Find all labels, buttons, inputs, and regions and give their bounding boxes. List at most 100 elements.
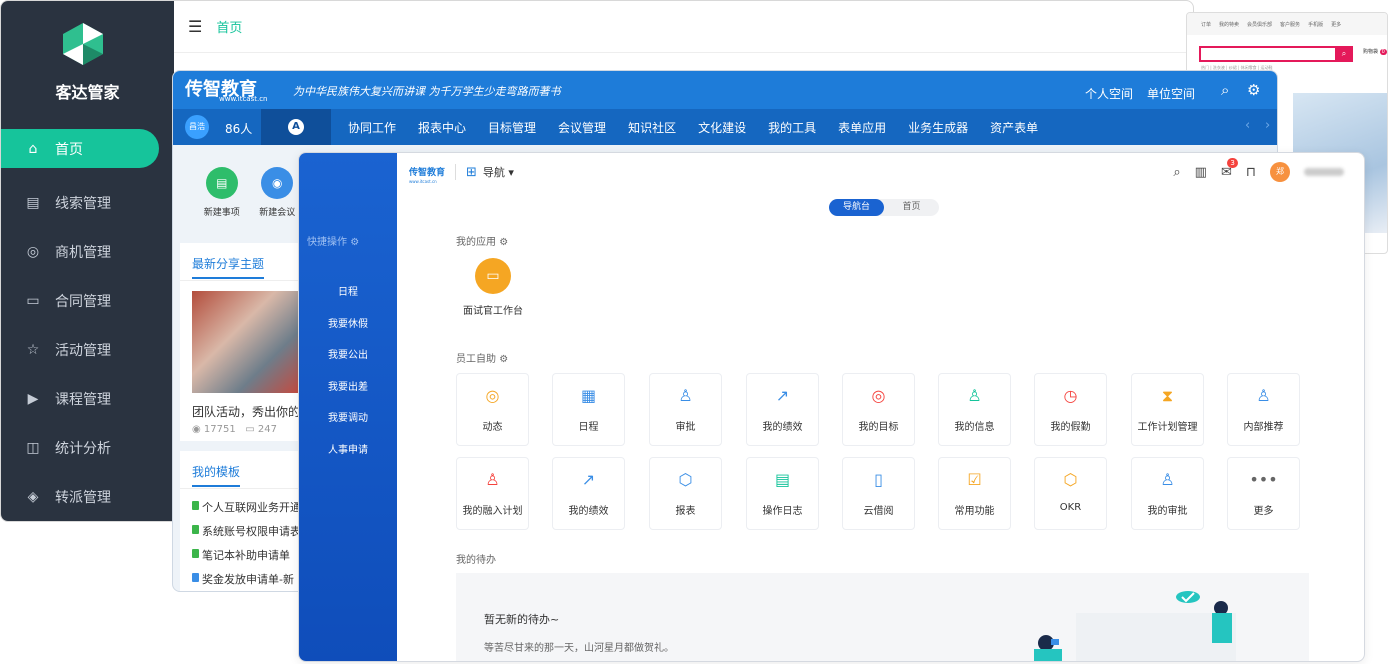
tile-approval[interactable]: ♙ 审批 (649, 373, 722, 446)
tile-common[interactable]: ☑ 常用功能 (938, 457, 1011, 530)
mail-icon[interactable]: ✉ 3 (1221, 157, 1238, 180)
template-item[interactable]: 笔记本补助申请单 (180, 543, 300, 567)
eye-icon: ◉ (192, 424, 201, 435)
shop-search-input[interactable] (1199, 46, 1337, 62)
sidebar-item[interactable]: 日程 (299, 283, 397, 298)
gear-icon[interactable]: ⚙ (499, 237, 508, 248)
tile-feed[interactable]: ◎ 动态 (456, 373, 529, 446)
shop-nav-item[interactable]: 客户服务 (1280, 21, 1300, 28)
menu-item-leads[interactable]: ▤ 线索管理 (1, 178, 174, 227)
tab-nav-desk[interactable]: 导航台 (829, 199, 884, 216)
tile-my-approval[interactable]: ♙ 我的审批 (1131, 457, 1204, 530)
tile-goals[interactable]: ◎ 我的目标 (842, 373, 915, 446)
menu-item-activities[interactable]: ☆ 活动管理 (1, 325, 174, 374)
menu-item-home[interactable]: ⌂ 首页 (1, 129, 159, 168)
nav-item[interactable]: 我的工具 (768, 119, 816, 136)
personal-space-link[interactable]: 个人空间 (1085, 85, 1133, 102)
tile-more[interactable]: ••• 更多 (1227, 457, 1300, 530)
shop-nav-item[interactable]: 更多 (1331, 21, 1341, 28)
nav-item[interactable]: 业务生成器 (908, 119, 968, 136)
search-icon[interactable]: ⌕ (1335, 46, 1353, 62)
share-card: 最新分享主题 团队活动，秀出你的风采 ◉ 17751 ▭ 247 (180, 243, 324, 441)
nav-item[interactable]: 报表中心 (418, 119, 466, 136)
nav-item[interactable]: 资产表单 (990, 119, 1038, 136)
nav-item[interactable]: 协同工作 (348, 119, 396, 136)
app-interviewer[interactable]: ▭ 面试官工作台 (463, 258, 523, 317)
menu-toggle-icon[interactable]: ☰ (188, 17, 202, 36)
menu-label: 统计分析 (55, 440, 111, 457)
nav-item[interactable]: 知识社区 (628, 119, 676, 136)
tile-onboarding[interactable]: ♙ 我的融入计划 (456, 457, 529, 530)
share-title[interactable]: 最新分享主题 (192, 257, 265, 279)
tile-work-plan[interactable]: ⧗ 工作计划管理 (1131, 373, 1204, 446)
user-check-icon: ♙ (485, 470, 500, 489)
bag-icon[interactable]: ⊓ (1246, 165, 1256, 180)
sidebar-item[interactable]: 我要公出 (299, 346, 397, 361)
tile-okr[interactable]: ⬡ OKR (1034, 457, 1107, 530)
portal-logo[interactable]: 传智教育 www.itcast.cn (409, 160, 445, 184)
tab-home[interactable]: 首页 (884, 199, 939, 216)
crm-menu: ⌂ 首页 ▤ 线索管理 ◎ 商机管理 ▭ 合同管理 ☆ 活动管理 ▶ 课程管理 ◫ 统计分析 … (1, 129, 174, 521)
nav-item[interactable]: 目标管理 (488, 119, 536, 136)
sidebar-item[interactable]: 我要调动 (299, 409, 397, 424)
menu-item-opportunities[interactable]: ◎ 商机管理 (1, 227, 174, 276)
menu-label: 活动管理 (55, 342, 111, 359)
menu-item-transfer[interactable]: ◈ 转派管理 (1, 472, 174, 521)
tile-op-log[interactable]: ▤ 操作日志 (746, 457, 819, 530)
tile-referral[interactable]: ♙ 内部推荐 (1227, 373, 1300, 446)
cart-button[interactable]: 购物袋 0 (1363, 48, 1387, 55)
sidebar-item[interactable]: 人事申请 (299, 441, 397, 456)
search-icon[interactable]: ⌕ (1221, 81, 1229, 99)
shop-nav-item[interactable]: 订单 (1201, 21, 1211, 28)
apps-grid-icon[interactable]: ⊞ (466, 165, 477, 180)
template-item[interactable]: 个人互联网业务开通 (180, 495, 301, 519)
gear-icon[interactable]: ⚙ (499, 354, 508, 365)
menu-item-contracts[interactable]: ▭ 合同管理 (1, 276, 174, 325)
my-apps-label: 我的应用 (456, 237, 496, 248)
sidebar-item[interactable]: 我要出差 (299, 378, 397, 393)
tile-schedule[interactable]: ▦ 日程 (552, 373, 625, 446)
template-label: 个人互联网业务开通 (202, 501, 301, 514)
new-task-button[interactable]: ▤ 新建事项 (199, 167, 245, 218)
tile-label: 更多 (1253, 506, 1274, 517)
template-title[interactable]: 我的模板 (192, 465, 241, 487)
template-item[interactable]: 系统账号权限申请表 (180, 519, 301, 543)
new-meeting-button[interactable]: ◉ 新建会议 (255, 167, 301, 218)
user-name-blurred[interactable] (1304, 168, 1344, 176)
menu-label: 合同管理 (55, 293, 111, 310)
unit-space-link[interactable]: 单位空间 (1147, 85, 1195, 102)
tile-performance-2[interactable]: ↗ 我的绩效 (552, 457, 625, 530)
share-caption[interactable]: 团队活动，秀出你的风采 (180, 393, 324, 424)
shop-nav-item[interactable]: 会员俱乐部 (1247, 21, 1272, 28)
tile-cloud-read[interactable]: ▯ 云借阅 (842, 457, 915, 530)
tile-report[interactable]: ⬡ 报表 (649, 457, 722, 530)
gear-icon[interactable]: ⚙ (350, 237, 359, 248)
search-icon[interactable]: ⌕ (1173, 165, 1180, 180)
shop-nav-item[interactable]: 手机版 (1308, 21, 1323, 28)
menu-label: 首页 (55, 141, 83, 158)
shop-nav-item[interactable]: 我的特卖 (1219, 21, 1239, 28)
sidebar-item[interactable]: 我要休假 (299, 315, 397, 330)
task-icon: ▤ (205, 167, 238, 199)
building-icon[interactable]: ▥ (1195, 165, 1207, 180)
avatar[interactable]: 昌浩 (185, 115, 209, 139)
play-icon: ▶ (27, 390, 39, 407)
share-photo[interactable] (192, 291, 300, 393)
menu-item-courses[interactable]: ▶ 课程管理 (1, 374, 174, 423)
nav-dropdown[interactable]: 导航 ▾ (483, 164, 514, 180)
tile-leave[interactable]: ◷ 我的假勤 (1034, 373, 1107, 446)
menu-item-statistics[interactable]: ◫ 统计分析 (1, 423, 174, 472)
breadcrumb[interactable]: 首页 (216, 17, 242, 36)
avatar[interactable]: 郑 (1270, 162, 1290, 182)
chevron-right-icon[interactable]: › (1265, 118, 1270, 133)
nav-home-block[interactable]: A (261, 109, 331, 145)
tile-performance[interactable]: ↗ 我的绩效 (746, 373, 819, 446)
template-item[interactable]: 奖金发放申请单-新 (180, 567, 300, 591)
nav-item[interactable]: 表单应用 (838, 119, 886, 136)
tile-profile[interactable]: ♙ 我的信息 (938, 373, 1011, 446)
chevron-left-icon[interactable]: ‹ (1245, 118, 1250, 133)
nav-item[interactable]: 文化建设 (698, 119, 746, 136)
tile-label: 操作日志 (762, 506, 803, 517)
nav-item[interactable]: 会议管理 (558, 119, 606, 136)
gear-icon[interactable]: ⚙ (1247, 81, 1260, 99)
